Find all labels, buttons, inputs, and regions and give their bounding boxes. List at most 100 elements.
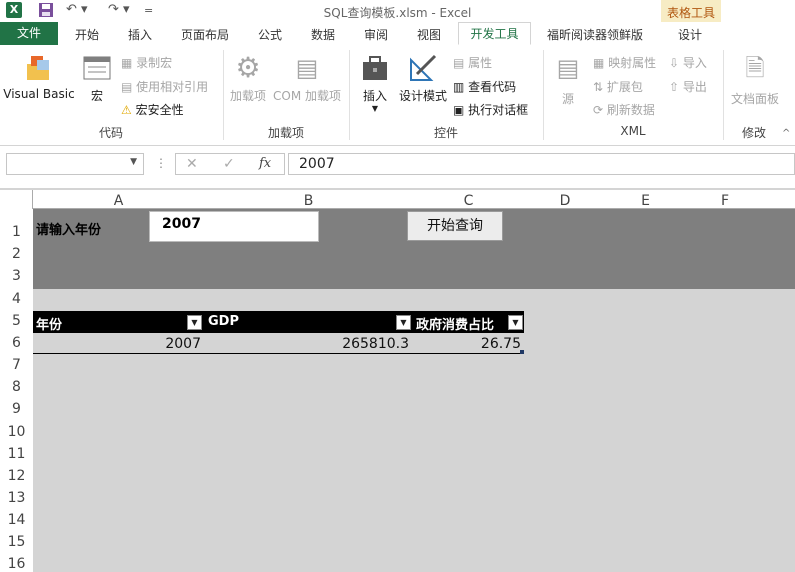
design-mode-button[interactable]: 设计模式 — [397, 52, 449, 104]
row-header-13[interactable]: 13 — [0, 490, 33, 506]
expansion-pack-button[interactable]: ⇅ 扩展包 — [593, 78, 643, 95]
tab-foxit-reader[interactable]: 福昕阅读器领鲜版 — [547, 26, 643, 43]
formula-bar-splitter-icon[interactable]: ⋮ — [155, 156, 167, 170]
gear-icon: ⚙ — [235, 51, 261, 84]
record-macro-label: 录制宏 — [136, 56, 173, 70]
row-header-4[interactable]: 4 — [0, 291, 33, 307]
export-icon: ⇧ — [669, 80, 680, 94]
table-cell-year[interactable]: 2007 — [33, 336, 201, 352]
tab-design[interactable]: 设计 — [678, 26, 702, 43]
visual-basic-label: Visual Basic — [3, 87, 75, 101]
refresh-data-button[interactable]: ⟳ 刷新数据 — [593, 101, 655, 118]
row-header-1[interactable]: 1 — [0, 224, 33, 240]
name-box[interactable]: ▼ — [6, 153, 144, 175]
year-prompt-label: 请输入年份 — [36, 223, 102, 238]
formula-input[interactable]: 2007 — [288, 153, 795, 175]
tab-formulas[interactable]: 公式 — [258, 26, 282, 43]
xml-source-icon: ▤ — [556, 54, 580, 82]
addins-button[interactable]: ⚙ 加载项 — [228, 52, 268, 104]
table-cell-gdp[interactable]: 265810.3 — [204, 336, 409, 352]
map-properties-button[interactable]: ▦ 映射属性 — [593, 54, 656, 71]
row-header-15[interactable]: 15 — [0, 534, 33, 550]
design-mode-icon — [407, 52, 439, 84]
tab-home[interactable]: 开始 — [75, 26, 99, 43]
row-header-7[interactable]: 7 — [0, 357, 33, 373]
table-header-gdp: GDP — [208, 314, 239, 329]
com-addins-label: COM 加载项 — [273, 89, 341, 103]
select-all-corner[interactable] — [0, 190, 33, 209]
group-label-xml: XML — [620, 124, 646, 138]
record-macro-icon: ▦ — [121, 56, 133, 70]
toolbox-icon — [359, 52, 391, 84]
row-header-2[interactable]: 2 — [0, 246, 33, 262]
xml-import-button[interactable]: ⇩ 导入 — [669, 54, 707, 71]
row-header-3[interactable]: 3 — [0, 268, 33, 284]
enter-icon[interactable]: ✓ — [223, 156, 235, 172]
xml-source-button[interactable]: ▤ 源 — [550, 52, 586, 107]
row-header-6[interactable]: 6 — [0, 335, 33, 351]
tab-data[interactable]: 数据 — [311, 26, 335, 43]
table-header-gov-consumption: 政府消费占比 — [416, 318, 495, 333]
row-header-5[interactable]: 5 — [0, 313, 33, 329]
row-header-9[interactable]: 9 — [0, 401, 33, 417]
tab-view[interactable]: 视图 — [417, 26, 441, 43]
xml-import-label: 导入 — [682, 56, 707, 70]
insert-control-button[interactable]: 插入 ▼ — [356, 52, 394, 113]
refresh-icon: ⟳ — [593, 103, 604, 117]
table-resize-handle[interactable] — [520, 350, 524, 354]
tab-file[interactable]: 文件 — [0, 22, 58, 45]
record-macro-button[interactable]: ▦ 录制宏 — [121, 54, 172, 71]
com-addins-icon: ▤ — [295, 54, 319, 82]
start-query-button[interactable]: 开始查询 — [407, 211, 503, 241]
collapse-ribbon-icon[interactable]: ^ — [782, 128, 790, 139]
tab-insert[interactable]: 插入 — [128, 26, 152, 43]
map-properties-label: 映射属性 — [608, 56, 657, 70]
document-panel-icon: 🗎 — [745, 54, 765, 82]
row-header-16[interactable]: 16 — [0, 556, 33, 572]
macro-security-button[interactable]: ⚠ 宏安全性 — [121, 101, 184, 118]
filter-dropdown-icon[interactable]: ▼ — [508, 315, 523, 330]
run-dialog-button[interactable]: ▣ 执行对话框 — [453, 101, 528, 118]
table-cell-gov-consumption[interactable]: 26.75 — [413, 336, 521, 352]
row-header-8[interactable]: 8 — [0, 379, 33, 395]
refresh-data-label: 刷新数据 — [606, 103, 655, 117]
insert-control-label: 插入 — [362, 89, 387, 103]
cancel-icon[interactable]: ✕ — [186, 156, 198, 172]
expansion-pack-label: 扩展包 — [606, 80, 643, 94]
row-header-14[interactable]: 14 — [0, 512, 33, 528]
column-header-c[interactable]: C — [413, 193, 524, 209]
column-header-a[interactable]: A — [33, 193, 204, 209]
tab-developer[interactable]: 开发工具 — [458, 22, 531, 45]
addins-label: 加载项 — [229, 89, 266, 103]
row-header-10[interactable]: 10 — [0, 424, 33, 440]
filter-dropdown-icon[interactable]: ▼ — [187, 315, 202, 330]
column-header-f[interactable]: F — [685, 193, 765, 209]
chevron-down-icon[interactable]: ▼ — [130, 157, 137, 167]
chevron-down-icon: ▼ — [371, 104, 379, 113]
row-header-11[interactable]: 11 — [0, 446, 33, 462]
macro-security-label: 宏安全性 — [135, 103, 184, 117]
filter-dropdown-icon[interactable]: ▼ — [396, 315, 411, 330]
insert-function-icon[interactable]: fx — [259, 156, 271, 171]
tab-review[interactable]: 审阅 — [364, 26, 388, 43]
properties-icon: ▤ — [453, 56, 465, 70]
com-addins-button[interactable]: ▤ COM 加载项 — [270, 52, 344, 104]
column-header-b[interactable]: B — [204, 193, 413, 209]
ribbon-tab-row — [0, 22, 795, 46]
column-header-e[interactable]: E — [606, 193, 685, 209]
context-tab-group-label: 表格工具 — [666, 6, 715, 20]
xml-export-button[interactable]: ⇧ 导出 — [669, 78, 707, 95]
view-code-button[interactable]: ▥ 查看代码 — [453, 78, 516, 95]
row-header-12[interactable]: 12 — [0, 468, 33, 484]
document-panel-button[interactable]: 🗎 文档面板 — [727, 52, 783, 107]
tab-page-layout[interactable]: 页面布局 — [181, 26, 229, 43]
column-header-d[interactable]: D — [524, 193, 606, 209]
macros-button[interactable]: 宏 — [80, 52, 114, 104]
table-header-year: 年份 — [36, 318, 63, 333]
visual-basic-button[interactable]: Visual Basic — [2, 52, 76, 101]
year-input-cell[interactable]: 2007 — [149, 211, 319, 242]
xml-source-label: 源 — [561, 92, 574, 106]
relative-reference-button[interactable]: ▤ 使用相对引用 — [121, 78, 208, 95]
view-code-label: 查看代码 — [468, 80, 517, 94]
properties-button[interactable]: ▤ 属性 — [453, 54, 492, 71]
